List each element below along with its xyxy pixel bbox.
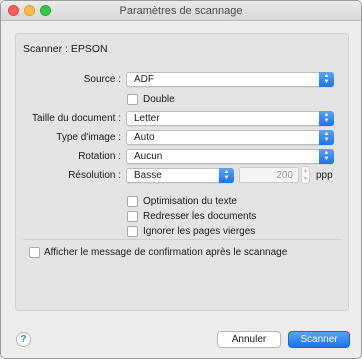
skip-blank-pages-checkbox[interactable]	[127, 226, 138, 237]
rotation-select[interactable]: Aucun ▲ ▼	[126, 149, 334, 164]
up-down-chevron-icon: ▲ ▼	[319, 111, 334, 126]
image-type-select[interactable]: Auto ▲ ▼	[126, 130, 334, 145]
source-value: ADF	[134, 74, 154, 85]
title-bar: Paramètres de scannage	[1, 1, 361, 21]
doc-size-label: Taille du document :	[32, 113, 121, 124]
divider	[23, 239, 341, 240]
resolution-value: Basse	[134, 170, 162, 181]
show-confirmation-label: Afficher le message de confirmation aprè…	[44, 247, 288, 258]
up-down-chevron-icon: ▲ ▼	[319, 130, 334, 145]
dpi-field[interactable]: 200	[239, 167, 299, 183]
double-label: Double	[143, 94, 175, 105]
scanner-name: Scanner : EPSON	[23, 43, 108, 55]
scan-settings-window: Paramètres de scannage Scanner : EPSON S…	[0, 0, 362, 359]
skip-blank-pages-label: Ignorer les pages vierges	[143, 226, 256, 237]
dpi-stepper[interactable]: ▲ ▼	[301, 166, 310, 184]
scan-button[interactable]: Scanner	[288, 331, 350, 348]
dpi-unit: ppp	[316, 170, 333, 181]
straighten-documents-checkbox[interactable]	[127, 211, 138, 222]
straighten-documents-label: Redresser les documents	[143, 211, 257, 222]
text-optimization-checkbox[interactable]	[127, 196, 138, 207]
rotation-label: Rotation :	[78, 151, 121, 162]
source-select[interactable]: ADF ▲ ▼	[126, 72, 334, 87]
dpi-value: 200	[276, 170, 293, 181]
text-optimization-label: Optimisation du texte	[143, 196, 237, 207]
up-down-chevron-icon: ▲ ▼	[319, 149, 334, 164]
window-title: Paramètres de scannage	[119, 5, 243, 17]
doc-size-value: Letter	[134, 113, 160, 124]
resolution-label: Résolution :	[68, 170, 121, 181]
rotation-value: Aucun	[134, 151, 163, 162]
up-down-chevron-icon: ▲ ▼	[319, 72, 334, 87]
resolution-select[interactable]: Basse ▲ ▼	[126, 168, 234, 183]
show-confirmation-checkbox[interactable]	[29, 247, 40, 258]
cancel-button[interactable]: Annuler	[217, 331, 281, 348]
image-type-label: Type d'image :	[56, 132, 121, 143]
question-mark-icon: ?	[20, 334, 27, 345]
double-checkbox[interactable]	[127, 94, 138, 105]
image-type-value: Auto	[134, 132, 155, 143]
source-label: Source :	[83, 74, 121, 85]
up-down-chevron-icon: ▲ ▼	[219, 168, 234, 183]
help-button[interactable]: ?	[16, 332, 31, 347]
doc-size-select[interactable]: Letter ▲ ▼	[126, 111, 334, 126]
